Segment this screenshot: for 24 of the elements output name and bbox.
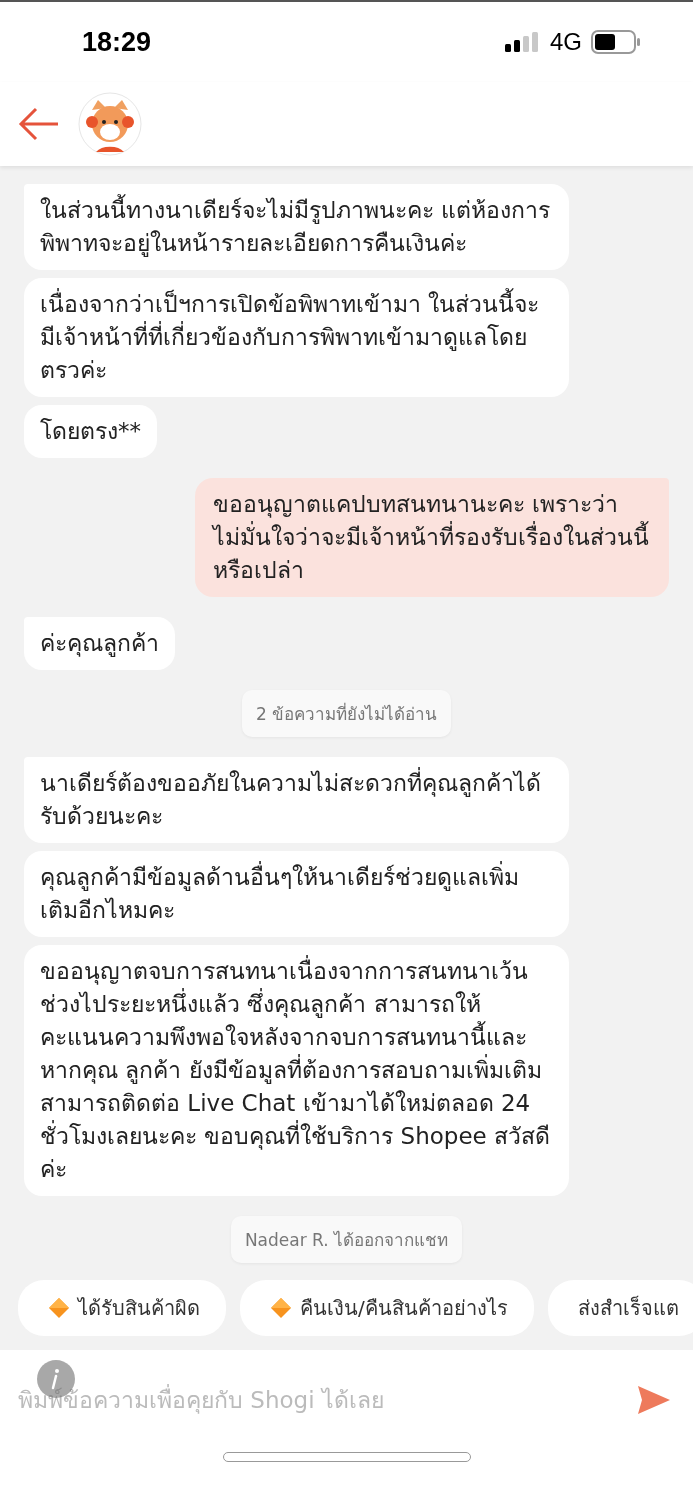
message-bubble: ในส่วนนี้ทางนาเดียร์จะไม่มีรูปภาพนะคะ แต่ห้องการพิพาทจะอยู่ในหน้ารายละเอียดการคืนเงินค่ะ bbox=[24, 184, 569, 270]
message-bubble: ค่ะคุณลูกค้า bbox=[24, 617, 175, 670]
signal-icon bbox=[505, 31, 541, 53]
quick-reply-chip[interactable]: ได้รับสินค้าผิด bbox=[18, 1280, 226, 1336]
system-notice: 2 ข้อความที่ยังไม่ได้อ่าน bbox=[241, 690, 452, 737]
message-input[interactable]: พิมพ์ข้อความเพื่อคุยกับ Shogi ได้เลย bbox=[18, 1381, 627, 1419]
diamond-icon bbox=[48, 1297, 70, 1319]
message-bubble: โดยตรง** bbox=[24, 405, 157, 458]
send-icon[interactable] bbox=[637, 1385, 671, 1415]
message-bubble: ขออนุญาตจบการสนทนาเนื่องจากการสนทนาเว้นช่วงไประยะหนึ่งแล้ว ซึ่งคุณลูกค้า สามารถให้คะแนนความพึงพอใจหลังจากจบการสนทนานี้และหากคุณ ลูกค้า ยังมีข้อมูลที่ต้องการสอบถามเพิ่มเติมสามารถติดต่อ Live Chat เข้ามาได้ใหม่ตลอด 24 ชั่วโมงเลยนะคะ ขอบคุณที่ใช้บริการ Shopee สวัสดีค่ะ bbox=[24, 945, 569, 1196]
quick-reply-chip[interactable]: ส่งสำเร็จแต bbox=[547, 1280, 693, 1336]
diamond-icon bbox=[270, 1297, 292, 1319]
network-label: 4G bbox=[550, 28, 582, 56]
message-bubble: คุณลูกค้ามีข้อมูลด้านอื่นๆให้นาเดียร์ช่วยดูแลเพิ่มเติมอีกไหมคะ bbox=[24, 851, 569, 937]
message-bubble: เนื่องจากว่าเป็ฯการเปิดข้อพิพาทเข้ามา ในส่วนนี้จะมีเจ้าหน้าที่ที่เกี่ยวข้องกับการพิพาทเข้ามาดูแลโดยตรวค่ะ bbox=[24, 278, 569, 397]
message-bubble: ขออนุญาตแคปบทสนทนานะคะ เพราะว่า ไม่มั่นใจว่าจะมีเจ้าหน้าที่รองรับเรื่องในส่วนนี้หรือเปล่า bbox=[195, 478, 669, 597]
quick-reply-chip[interactable]: คืนเงิน/คืนสินค้าอย่างไร bbox=[240, 1280, 534, 1336]
input-bar[interactable]: พิมพ์ข้อความเพื่อคุยกับ Shogi ได้เลย bbox=[0, 1350, 693, 1450]
back-arrow-icon[interactable] bbox=[18, 107, 60, 141]
battery-icon bbox=[591, 30, 641, 54]
status-time: 18:29 bbox=[82, 26, 152, 58]
message-bubble: นาเดียร์ต้องขออภัยในความไม่สะดวกที่คุณลูกค้าได้รับด้วยนะคะ bbox=[24, 757, 569, 843]
avatar-icon[interactable] bbox=[78, 92, 142, 156]
system-notice: Nadear R. ได้ออกจากแชท bbox=[230, 1216, 463, 1263]
